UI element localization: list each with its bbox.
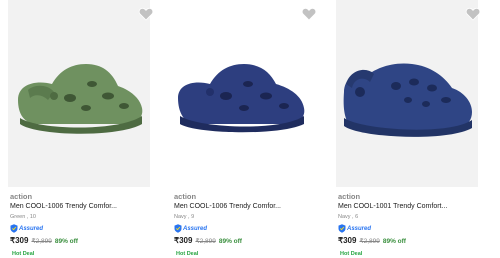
product-variant: Navy , 6: [338, 214, 359, 220]
product-image[interactable]: [168, 0, 320, 187]
product-brand: action: [10, 192, 33, 201]
product-image[interactable]: [336, 0, 478, 187]
hot-deal-badge: Hot Deal: [338, 250, 365, 258]
price-row: ₹309 ₹2,899 89% off: [10, 236, 78, 246]
wishlist-heart-icon[interactable]: [301, 6, 317, 22]
product-title[interactable]: Men COOL-1006 Trendy Comfor...: [10, 203, 117, 210]
discount-label: 89% off: [218, 238, 242, 245]
product-card[interactable]: action Men COOL-1006 Trendy Comfor... Na…: [164, 0, 320, 258]
product-title[interactable]: Men COOL-1006 Trendy Comfor...: [174, 203, 281, 210]
product-title[interactable]: Men COOL-1001 Trendy Comfort...: [338, 203, 447, 210]
hot-deal-badge: Hot Deal: [10, 250, 37, 258]
product-grid: action Men COOL-1006 Trendy Comfor... Gr…: [0, 0, 500, 258]
shield-icon: [10, 224, 18, 233]
product-card[interactable]: action Men COOL-1006 Trendy Comfor... Gr…: [0, 0, 156, 258]
price-row: ₹309 ₹2,899 89% off: [338, 236, 406, 246]
discount-label: 89% off: [54, 238, 78, 245]
product-card[interactable]: action Men COOL-1001 Trendy Comfort... N…: [328, 0, 484, 258]
product-image[interactable]: [8, 0, 150, 187]
shield-icon: [174, 224, 182, 233]
price-row: ₹309 ₹2,899 89% off: [174, 236, 242, 246]
selling-price: ₹309: [174, 236, 193, 245]
clog-image-icon: [343, 63, 472, 137]
assured-badge: Assured: [338, 224, 371, 233]
hot-deal-badge: Hot Deal: [174, 250, 201, 258]
assured-badge: Assured: [174, 224, 207, 233]
original-price: ₹2,899: [359, 238, 380, 245]
discount-label: 89% off: [382, 238, 406, 245]
assured-label: Assured: [19, 225, 44, 232]
product-variant: Navy , 9: [174, 214, 195, 220]
selling-price: ₹309: [338, 236, 357, 245]
original-price: ₹2,899: [195, 238, 216, 245]
assured-label: Assured: [347, 225, 372, 232]
product-brand: action: [174, 192, 197, 201]
product-variant: Green , 10: [10, 214, 36, 220]
shield-icon: [338, 224, 346, 233]
wishlist-heart-icon[interactable]: [138, 6, 154, 22]
clog-image-icon: [178, 64, 305, 133]
assured-badge: Assured: [10, 224, 43, 233]
assured-label: Assured: [183, 225, 208, 232]
wishlist-heart-icon[interactable]: [465, 6, 481, 22]
product-brand: action: [338, 192, 361, 201]
clog-image-icon: [18, 64, 143, 134]
selling-price: ₹309: [10, 236, 29, 245]
original-price: ₹2,899: [31, 238, 52, 245]
